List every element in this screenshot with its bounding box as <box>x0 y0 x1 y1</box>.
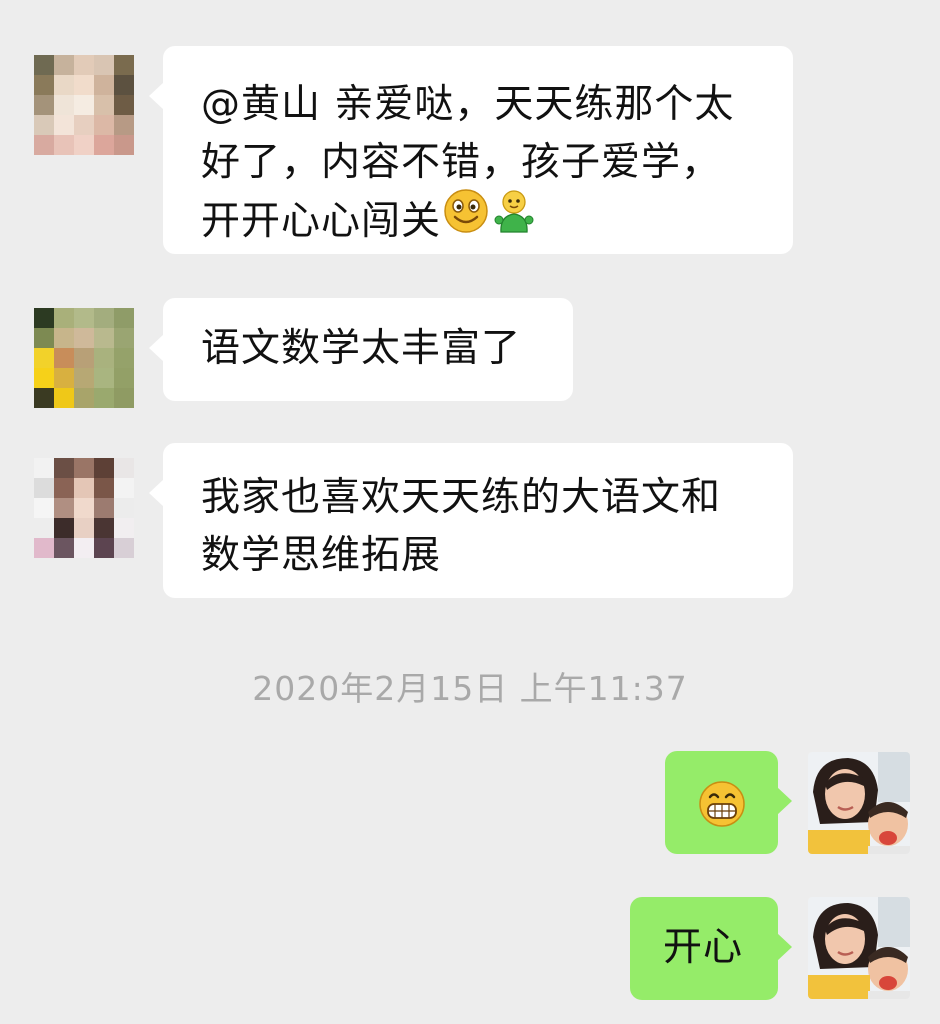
message-bubble-3[interactable]: 我家也喜欢天天练的大语文和 数学思维拓展 <box>149 443 793 598</box>
own-avatar-2[interactable] <box>808 897 910 999</box>
message-text: 开心 <box>663 925 744 970</box>
grin-emoji-icon <box>698 780 746 845</box>
own-message-bubble-2[interactable]: 开心 <box>630 897 792 1000</box>
own-avatar-1[interactable] <box>808 752 910 854</box>
message-text: 语文数学太丰富了 <box>201 326 522 371</box>
user-photo-icon <box>808 752 910 854</box>
message-bubble-1[interactable]: @黄山 亲爱哒，天天练那个太 好了，内容不错，孩子爱学， 开开心心闯关 <box>149 46 793 254</box>
message-text: 我家也喜欢天天练的大语文和 数学思维拓展 <box>201 475 722 578</box>
sender-avatar-2[interactable] <box>34 308 134 408</box>
sender-avatar-1[interactable] <box>34 55 134 155</box>
doll-emoji-icon <box>491 188 537 251</box>
sender-avatar-3[interactable] <box>34 458 134 558</box>
message-bubble-2[interactable]: 语文数学太丰富了 <box>149 298 573 401</box>
user-photo-icon <box>808 897 910 999</box>
timestamp: 2020年2月15日 上午11:37 <box>252 669 688 708</box>
own-message-bubble-1[interactable] <box>665 751 792 854</box>
smile-emoji-icon <box>443 188 489 251</box>
